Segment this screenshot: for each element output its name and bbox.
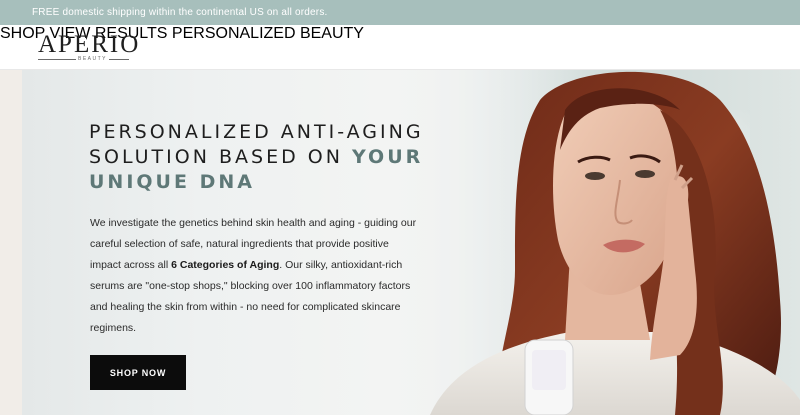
site-header: APERIO BEAUTY SHOP VIEW RESULTS PERSONAL… (0, 25, 800, 70)
hero-description: We investigate the genetics behind skin … (90, 213, 420, 339)
headline-accent-dna: UNIQUE DNA (89, 171, 255, 193)
headline-line-1: PERSONALIZED ANTI-AGING (89, 121, 424, 143)
shop-now-button[interactable]: SHOP NOW (90, 355, 186, 390)
hero-model-image (430, 71, 800, 415)
announcement-text: FREE domestic shipping within the contin… (32, 7, 328, 18)
nav-item-personalized-beauty[interactable]: PERSONALIZED BEAUTY (172, 25, 364, 42)
brand-tagline: BEAUTY (76, 56, 110, 62)
brand-name: APERIO (38, 31, 141, 58)
brand-logo[interactable]: APERIO BEAUTY (38, 31, 138, 65)
announcement-bar: FREE domestic shipping within the contin… (0, 0, 800, 25)
hero-section: PERSONALIZED ANTI-AGING SOLUTION BASED O… (0, 70, 800, 415)
description-bold: 6 Categories of Aging (171, 259, 280, 271)
headline-accent-your: YOUR (351, 146, 424, 168)
headline-line-2-prefix: SOLUTION BASED ON (89, 146, 352, 168)
hero-headline: PERSONALIZED ANTI-AGING SOLUTION BASED O… (89, 120, 429, 195)
